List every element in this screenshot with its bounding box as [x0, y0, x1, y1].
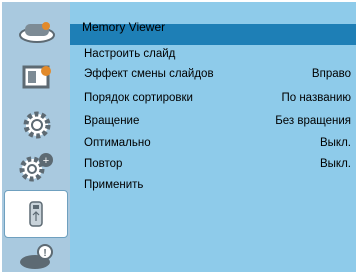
tab-picture[interactable]	[8, 58, 66, 96]
gear-icon	[23, 111, 51, 139]
display-settings-icon	[19, 22, 55, 43]
menu-item-value: Выкл.	[319, 158, 351, 170]
menu-item-value: Без вращения	[275, 115, 351, 127]
menu-item-label: Применить	[84, 179, 144, 191]
menu-item-apply[interactable]: Применить	[84, 179, 354, 197]
menu-item-value: Вправо	[311, 68, 351, 80]
tab-settings[interactable]	[8, 106, 66, 144]
tab-information[interactable]: !	[8, 238, 66, 276]
menu-item-label: Оптимально	[84, 137, 151, 149]
menu-item-label: Настроить слайд	[84, 48, 176, 60]
svg-text:+: +	[43, 155, 49, 167]
advanced-gear-icon: +	[19, 153, 53, 182]
info-icon: !	[20, 244, 53, 269]
menu-item-slide-transition[interactable]: Эффект смены слайдов Вправо	[84, 68, 354, 86]
tab-expanded-settings[interactable]: +	[8, 148, 66, 186]
tab-memory-viewer[interactable]	[4, 190, 68, 238]
page-title: Memory Viewer	[82, 20, 166, 34]
menu-item-label: Повтор	[84, 158, 123, 170]
usb-memory-icon	[29, 201, 43, 227]
menu-item-label: Вращение	[84, 115, 140, 127]
menu-item-value: По названию	[281, 92, 351, 104]
svg-text:!: !	[43, 248, 46, 259]
menu-item-rotation[interactable]: Вращение Без вращения	[84, 115, 354, 133]
menu-item-optimal[interactable]: Оптимально Выкл.	[84, 137, 354, 155]
menu-item-sort-order[interactable]: Порядок сортировки По названию	[84, 92, 354, 110]
menu-item-label: Эффект смены слайдов	[84, 68, 214, 80]
menu-item-label: Порядок сортировки	[84, 92, 193, 104]
menu-item-setup-slide[interactable]: Настроить слайд	[84, 48, 354, 66]
picture-adjust-icon	[22, 65, 51, 89]
tab-display[interactable]	[8, 12, 66, 50]
sidebar: + !	[2, 2, 70, 272]
menu-item-repeat[interactable]: Повтор Выкл.	[84, 158, 354, 176]
menu-item-value: Выкл.	[319, 137, 351, 149]
